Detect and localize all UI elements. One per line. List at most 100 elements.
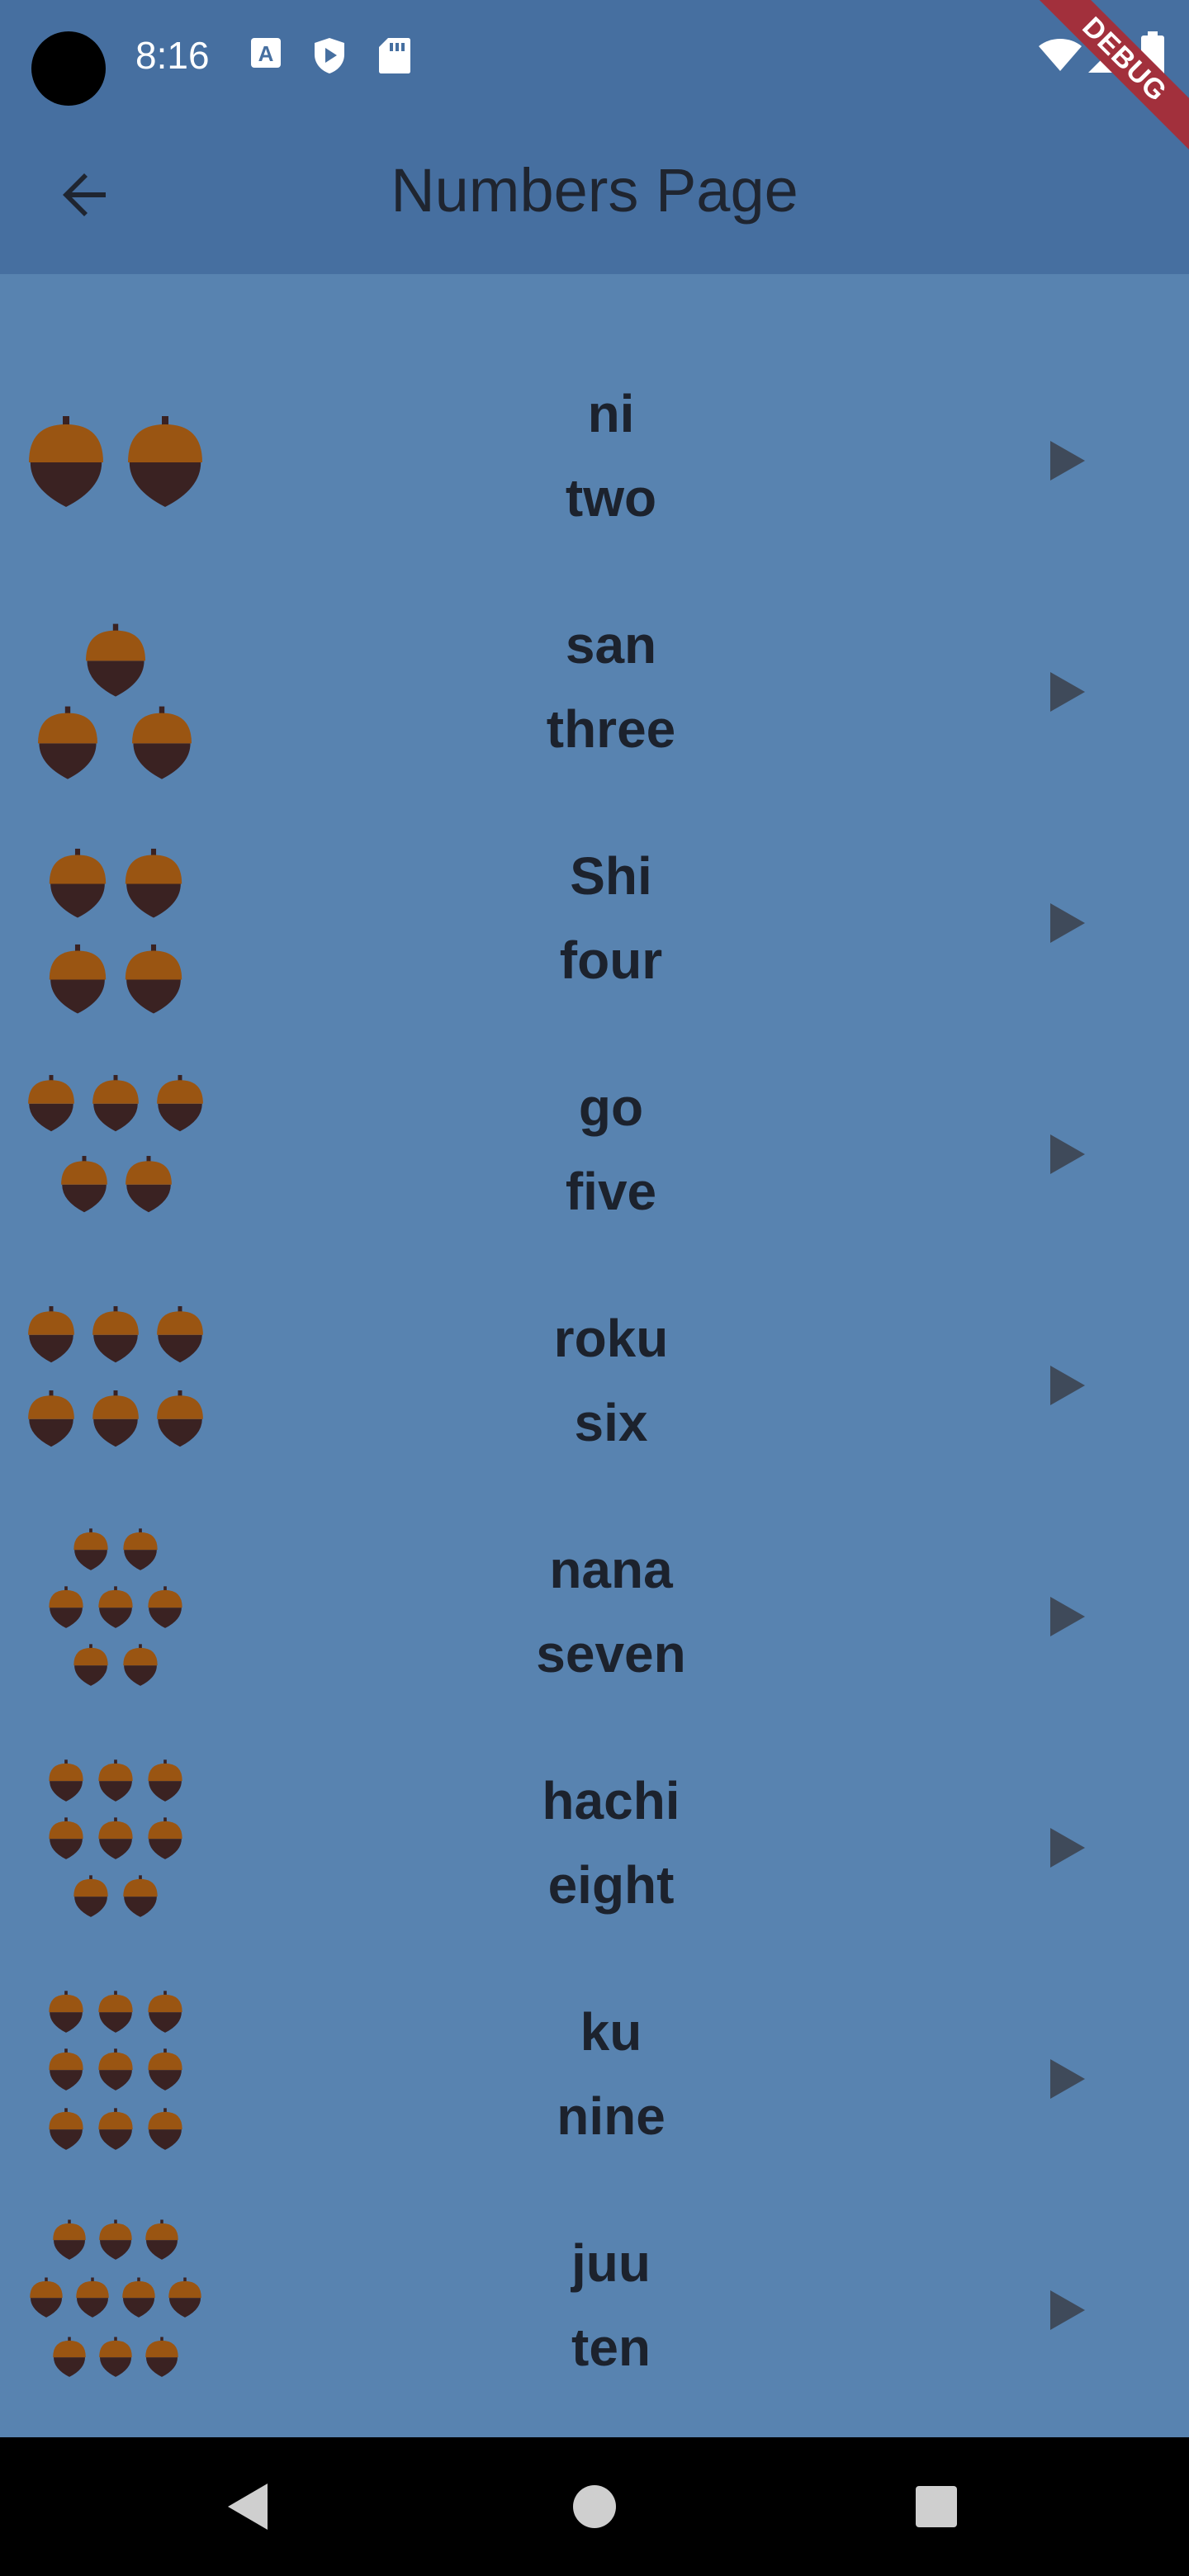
battery-icon: [1141, 31, 1164, 76]
acorn-icon: [73, 1644, 108, 1686]
acorn-group: [38, 623, 192, 779]
a-icon: A: [251, 38, 281, 68]
japanese-word: nana: [549, 1540, 673, 1599]
play-icon[interactable]: [1042, 436, 1092, 485]
number-row[interactable]: ku nine: [0, 1958, 1189, 2190]
acorn-icon: [92, 1306, 139, 1363]
back-triangle-icon[interactable]: [223, 2480, 272, 2533]
acorn-icon: [145, 2219, 178, 2260]
acorn-icon: [157, 1075, 203, 1132]
number-row[interactable]: ni two: [0, 340, 1189, 571]
number-words: roku six: [405, 1265, 817, 1496]
play-icon[interactable]: [1042, 2054, 1092, 2104]
acorn-icon: [49, 1991, 83, 2033]
acorn-group: [28, 1075, 203, 1213]
number-row[interactable]: nana seven: [0, 1496, 1189, 1727]
navigation-bar: [0, 2437, 1189, 2576]
acorn-group: [0, 274, 231, 340]
play-icon[interactable]: [1042, 2285, 1092, 2335]
number-words: nana seven: [405, 1496, 817, 1727]
acorn-icon: [49, 2048, 83, 2091]
shield-play-icon: [315, 38, 344, 73]
acorn-group: [49, 1991, 182, 2150]
play-icon[interactable]: [1042, 1823, 1092, 1873]
acorn-group: [28, 1306, 203, 1447]
acorn-icon: [73, 1875, 108, 1917]
play-icon[interactable]: [1042, 1129, 1092, 1179]
acorn-icon: [38, 706, 97, 779]
signal-icon: [1088, 38, 1123, 73]
acorn-icon: [49, 944, 107, 1014]
acorn-icon: [122, 2277, 155, 2318]
acorn-group: [49, 848, 182, 1014]
number-row[interactable]: Shi four: [0, 803, 1189, 1034]
camera-cutout: [31, 31, 106, 106]
acorn-icon: [28, 1390, 74, 1447]
acorn-icon: [148, 1817, 182, 1859]
number-row[interactable]: roku six: [0, 1265, 1189, 1496]
acorn-icon: [61, 1156, 107, 1213]
number-words: go five: [405, 1034, 817, 1265]
acorn-icon: [128, 416, 202, 507]
play-icon[interactable]: [1042, 667, 1092, 717]
acorn-icon: [148, 1586, 182, 1628]
acorn-icon: [30, 2277, 63, 2318]
number-words: hachi eight: [405, 1727, 817, 1958]
number-row[interactable]: hachi eight: [0, 1727, 1189, 1958]
acorn-icon: [148, 1991, 182, 2033]
acorn-group: [49, 1759, 182, 1917]
acorn-group: [29, 416, 202, 507]
number-row[interactable]: san three: [0, 571, 1189, 803]
acorn-group: [49, 1528, 182, 1686]
acorn-icon: [49, 2108, 83, 2150]
number-words: ni two: [405, 340, 817, 571]
acorn-icon: [28, 1306, 74, 1363]
acorn-icon: [49, 1759, 83, 1802]
acorn-icon: [49, 1817, 83, 1859]
number-words: [405, 274, 817, 340]
acorn-icon: [168, 2277, 201, 2318]
svg-text:A: A: [258, 41, 274, 66]
number-words: ku nine: [405, 1958, 817, 2190]
home-circle-icon[interactable]: [571, 2484, 618, 2530]
acorn-group: [30, 2219, 201, 2377]
acorn-icon: [92, 1390, 139, 1447]
number-row[interactable]: juu ten: [0, 2190, 1189, 2421]
acorn-icon: [73, 1528, 108, 1570]
acorn-icon: [123, 1644, 158, 1686]
japanese-word: hachi: [542, 1771, 680, 1830]
app-bar: Numbers Page: [0, 116, 1189, 274]
recents-square-icon[interactable]: [915, 2485, 958, 2528]
acorn-icon: [92, 1075, 139, 1132]
numbers-list: ni two san three Shi four go five roku six nana sev…: [0, 274, 1189, 2437]
acorn-icon: [145, 2337, 178, 2377]
acorn-icon: [49, 848, 107, 918]
status-bar: 8:16 A: [0, 0, 1189, 116]
acorn-icon: [157, 1306, 203, 1363]
number-row[interactable]: go five: [0, 1034, 1189, 1265]
japanese-word: ni: [587, 384, 635, 443]
play-icon[interactable]: [1042, 1592, 1092, 1641]
play-icon[interactable]: [1042, 898, 1092, 948]
acorn-icon: [98, 1759, 133, 1802]
sd-card-icon: [379, 38, 410, 73]
english-word: three: [546, 699, 676, 759]
english-word: five: [565, 1162, 657, 1221]
japanese-word: san: [565, 615, 657, 675]
number-words: san three: [405, 571, 817, 803]
acorn-icon: [125, 944, 182, 1014]
english-word: nine: [557, 2086, 666, 2146]
japanese-word: ku: [580, 2002, 642, 2062]
status-time: 8:16: [135, 34, 210, 77]
page-title: Numbers Page: [391, 156, 798, 225]
play-icon[interactable]: [1042, 1361, 1092, 1410]
english-word: two: [565, 468, 657, 528]
acorn-icon: [98, 1817, 133, 1859]
number-words: Shi four: [405, 803, 817, 1034]
number-row[interactable]: [0, 274, 1189, 340]
acorn-icon: [86, 623, 145, 697]
acorn-icon: [126, 1156, 172, 1213]
english-word: four: [559, 930, 663, 990]
acorn-icon: [98, 1586, 133, 1628]
japanese-word: roku: [553, 1309, 669, 1368]
